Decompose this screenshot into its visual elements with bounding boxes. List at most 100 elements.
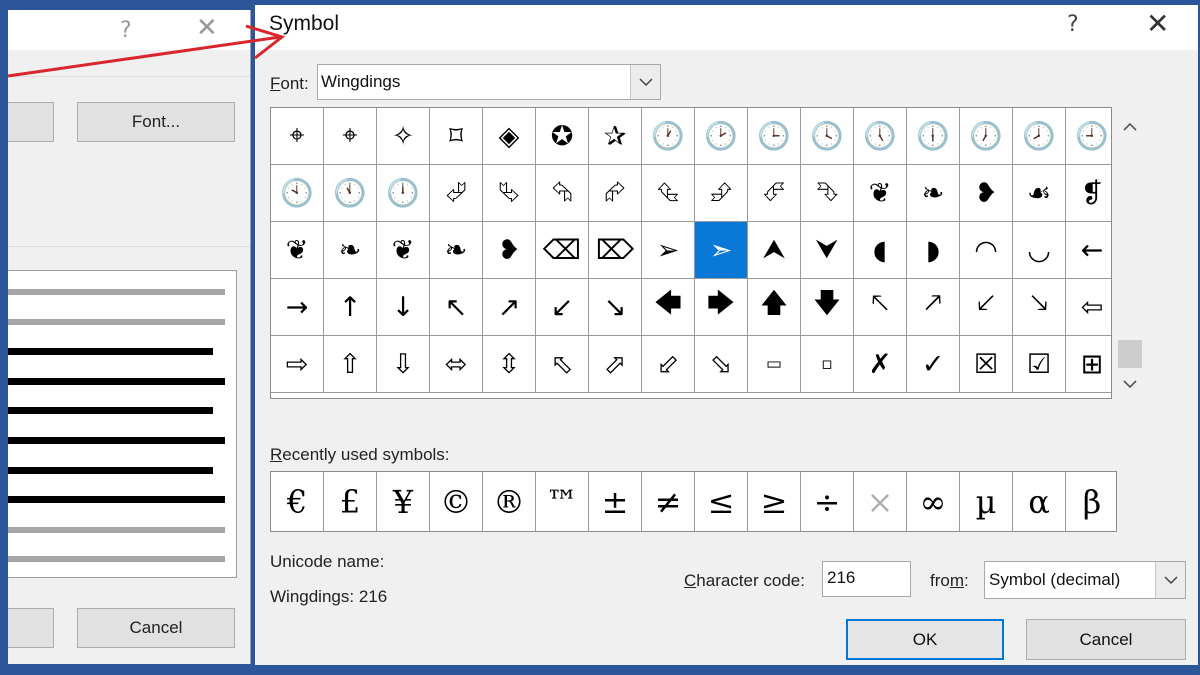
help-button[interactable]: ? — [1067, 12, 1079, 37]
symbol-cell[interactable]: ☑ — [1013, 336, 1066, 393]
chevron-down-icon[interactable] — [1155, 562, 1185, 598]
from-dropdown[interactable]: Symbol (decimal) — [984, 561, 1186, 599]
symbol-cell[interactable]: ↘ — [589, 279, 642, 336]
symbol-cell[interactable]: 🕕 — [907, 108, 960, 165]
symbol-cell[interactable]: ⬄ — [430, 336, 483, 393]
symbol-cell[interactable]: → — [271, 279, 324, 336]
symbol-cell[interactable]: ⮶ — [748, 165, 801, 222]
symbol-cell[interactable]: ▭ — [748, 336, 801, 393]
symbol-cell[interactable]: 🡗 — [960, 279, 1013, 336]
symbol-cell[interactable]: ❡ — [1066, 165, 1111, 222]
symbol-cell[interactable]: ⮰ — [430, 165, 483, 222]
symbol-cell[interactable]: 🕙 — [271, 165, 324, 222]
symbol-cell[interactable]: ☙ — [1013, 165, 1066, 222]
symbol-cell[interactable]: 🕑 — [695, 108, 748, 165]
scroll-down-icon[interactable] — [1121, 375, 1139, 393]
symbol-cell[interactable]: ☒ — [960, 336, 1013, 393]
recent-symbol-cell[interactable]: © — [430, 472, 483, 531]
symbol-cell[interactable]: ⊞ — [1066, 336, 1111, 393]
symbol-cell[interactable]: ⇨ — [271, 336, 324, 393]
symbol-cell[interactable]: 🕒 — [748, 108, 801, 165]
symbol-cell[interactable]: 🡔 — [854, 279, 907, 336]
symbol-cell[interactable]: 🕛 — [377, 165, 430, 222]
recent-symbol-cell[interactable]: ≤ — [695, 472, 748, 531]
symbol-cell[interactable]: ◗ — [907, 222, 960, 279]
symbol-cell[interactable]: ❧ — [430, 222, 483, 279]
symbol-cell[interactable]: ⮟ — [801, 222, 854, 279]
symbol-cell[interactable]: ❧ — [324, 222, 377, 279]
symbol-grid[interactable]: ⌖ ⌖ ✧ ⌑ ◈ ✪ ✰ 🕐 🕑 🕒 🕓 🕔 🕕 🕖 🕗 🕘 🕙 🕚 🕛 ⮰ ⮱ ⮲ ⮳ ⮴ ⮵ ⮶ ⮷ ❦ ❧ ❥ ☙ ❡ ❦ ❧ ❦ ❧ ❥ ⌫ ⌦ ➢… — [270, 107, 1112, 399]
symbol-cell[interactable]: ⇧ — [324, 336, 377, 393]
symbol-cell[interactable]: ⮲ — [536, 165, 589, 222]
symbol-cell[interactable]: ◠ — [960, 222, 1013, 279]
symbol-cell[interactable]: ◈ — [483, 108, 536, 165]
symbol-cell[interactable]: ❥ — [483, 222, 536, 279]
symbol-cell[interactable]: 🕓 — [801, 108, 854, 165]
recent-symbol-cell[interactable]: € — [271, 472, 324, 531]
symbol-cell[interactable]: ❦ — [271, 222, 324, 279]
symbol-cell[interactable]: ✗ — [854, 336, 907, 393]
symbol-cell[interactable]: ⮱ — [483, 165, 536, 222]
symbol-cell[interactable]: 🡖 — [1013, 279, 1066, 336]
recent-symbol-cell[interactable]: £ — [324, 472, 377, 531]
recent-symbol-cell[interactable]: µ — [960, 472, 1013, 531]
recent-symbol-cell[interactable]: β — [1066, 472, 1116, 531]
symbol-cell[interactable]: ↓ — [377, 279, 430, 336]
symbol-cell[interactable]: 🕐 — [642, 108, 695, 165]
symbol-cell[interactable]: ⌦ — [589, 222, 642, 279]
symbol-cell[interactable]: ⬁ — [536, 336, 589, 393]
symbol-cell[interactable]: 🕖 — [960, 108, 1013, 165]
symbol-cell[interactable]: ❦ — [377, 222, 430, 279]
symbol-cell[interactable]: ⬀ — [589, 336, 642, 393]
background-cancel-button[interactable]: Cancel — [77, 608, 235, 648]
symbol-cell[interactable]: 🡅 — [748, 279, 801, 336]
symbol-cell[interactable]: ⬂ — [695, 336, 748, 393]
symbol-cell[interactable]: ⌑ — [430, 108, 483, 165]
recent-symbol-cell[interactable]: ± — [589, 472, 642, 531]
symbol-cell[interactable]: ⮷ — [801, 165, 854, 222]
symbol-cell[interactable]: ✧ — [377, 108, 430, 165]
symbol-cell[interactable]: ⮵ — [695, 165, 748, 222]
symbol-cell[interactable]: ❥ — [960, 165, 1013, 222]
symbol-cell[interactable]: ⮴ — [642, 165, 695, 222]
symbol-cell[interactable]: ↙ — [536, 279, 589, 336]
symbol-cell[interactable]: ⇳ — [483, 336, 536, 393]
close-button[interactable]: ✕ — [1146, 7, 1169, 40]
symbol-cell-selected[interactable]: ➣ — [695, 222, 748, 279]
symbol-cell[interactable]: ⇦ — [1066, 279, 1111, 336]
recent-symbols-row[interactable]: € £ ¥ © ® ™ ± ≠ ≤ ≥ ÷ × ∞ µ α β — [270, 471, 1117, 532]
recent-symbol-cell[interactable]: ® — [483, 472, 536, 531]
symbol-cell[interactable]: ↖ — [430, 279, 483, 336]
symbol-cell[interactable]: 🕚 — [324, 165, 377, 222]
recent-symbol-cell[interactable]: × — [854, 472, 907, 531]
symbol-cell[interactable]: 🡄 — [642, 279, 695, 336]
symbol-cell[interactable]: ◖ — [854, 222, 907, 279]
font-dropdown[interactable]: Wingdings — [317, 64, 661, 100]
symbol-cell[interactable]: ← — [1066, 222, 1111, 279]
symbol-cell[interactable]: ⌫ — [536, 222, 589, 279]
recent-symbol-cell[interactable]: ¥ — [377, 472, 430, 531]
symbol-cell[interactable]: ↑ — [324, 279, 377, 336]
symbol-cell[interactable]: 🕗 — [1013, 108, 1066, 165]
symbol-cell[interactable]: 🡕 — [907, 279, 960, 336]
symbol-cell[interactable]: ◡ — [1013, 222, 1066, 279]
recent-symbol-cell[interactable]: ∞ — [907, 472, 960, 531]
recent-symbol-cell[interactable]: ≥ — [748, 472, 801, 531]
recent-symbol-cell[interactable]: α — [1013, 472, 1066, 531]
symbol-cell[interactable]: 🡆 — [695, 279, 748, 336]
symbol-cell[interactable]: ▫ — [801, 336, 854, 393]
symbol-cell[interactable]: ⌖ — [271, 108, 324, 165]
symbol-cell[interactable]: 🡇 — [801, 279, 854, 336]
character-code-input[interactable]: 216 — [822, 561, 911, 597]
symbol-cell[interactable]: ⌖ — [324, 108, 377, 165]
scroll-thumb[interactable] — [1118, 340, 1142, 368]
scroll-up-icon[interactable] — [1121, 117, 1139, 135]
symbol-cell[interactable]: 🕘 — [1066, 108, 1111, 165]
symbol-cell[interactable]: ⇩ — [377, 336, 430, 393]
recent-symbol-cell[interactable]: ™ — [536, 472, 589, 531]
background-left-button-2[interactable] — [8, 608, 54, 648]
cancel-button[interactable]: Cancel — [1026, 619, 1186, 660]
recent-symbol-cell[interactable]: ÷ — [801, 472, 854, 531]
symbol-cell[interactable]: ✰ — [589, 108, 642, 165]
grid-scrollbar[interactable] — [1115, 107, 1145, 399]
